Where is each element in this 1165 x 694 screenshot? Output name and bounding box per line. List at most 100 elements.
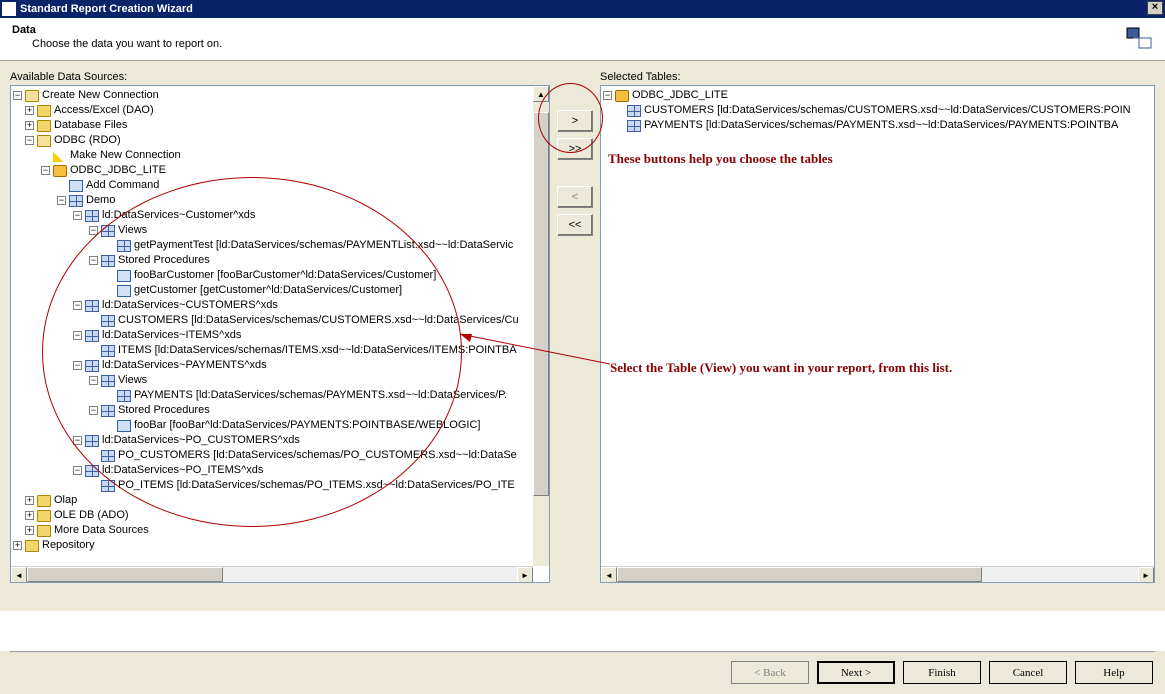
tree-node-customers-table[interactable]: CUSTOMERS [ld:DataServices/schemas/CUSTO…: [11, 313, 549, 328]
help-button[interactable]: Help: [1075, 661, 1153, 684]
wizard-footer: < Back Next > Finish Cancel Help: [0, 651, 1165, 694]
page-title: Data: [12, 24, 1153, 36]
tree-node-new-connection[interactable]: −Create New Connection: [11, 88, 549, 103]
expand-icon[interactable]: +: [25, 121, 34, 130]
expand-icon[interactable]: +: [25, 511, 34, 520]
table-icon: [85, 330, 99, 342]
expand-icon[interactable]: +: [25, 526, 34, 535]
scroll-right-icon[interactable]: ►: [1138, 567, 1154, 583]
table-icon: [85, 360, 99, 372]
collapse-icon[interactable]: −: [73, 436, 82, 445]
tree-node-poitems-table[interactable]: PO_ITEMS [ld:DataServices/schemas/PO_ITE…: [11, 478, 549, 493]
tree-node-odbc-rdo[interactable]: −ODBC (RDO): [11, 133, 549, 148]
selected-tree[interactable]: −ODBC_JDBC_LITE CUSTOMERS [ld:DataServic…: [600, 85, 1155, 583]
expand-icon[interactable]: +: [25, 106, 34, 115]
add-all-button[interactable]: >>: [557, 138, 593, 160]
scroll-thumb[interactable]: [617, 567, 982, 582]
wizard-body: Available Data Sources: −Create New Conn…: [0, 61, 1165, 611]
remove-button[interactable]: <: [557, 186, 593, 208]
cancel-button[interactable]: Cancel: [989, 661, 1067, 684]
scroll-thumb[interactable]: [27, 567, 223, 582]
tree-node-items-table[interactable]: ITEMS [ld:DataServices/schemas/ITEMS.xsd…: [11, 343, 549, 358]
tree-node-more-sources[interactable]: +More Data Sources: [11, 523, 549, 538]
sel-node-payments[interactable]: PAYMENTS [ld:DataServices/schemas/PAYMEN…: [601, 118, 1154, 133]
tree-node-olap[interactable]: +Olap: [11, 493, 549, 508]
collapse-icon[interactable]: −: [57, 196, 66, 205]
collapse-icon[interactable]: −: [41, 166, 50, 175]
footer-separator: [10, 651, 1155, 653]
collapse-icon[interactable]: −: [73, 211, 82, 220]
table-icon: [85, 435, 99, 447]
tree-node-getcustomer[interactable]: getCustomer [getCustomer^ld:DataServices…: [11, 283, 549, 298]
tree-node-ds-customer[interactable]: −ld:DataServices~Customer^xds: [11, 208, 549, 223]
tree-node-ds-pocustomers[interactable]: −ld:DataServices~PO_CUSTOMERS^xds: [11, 433, 549, 448]
scroll-left-icon[interactable]: ◄: [601, 567, 617, 583]
collapse-icon[interactable]: −: [603, 91, 612, 100]
tree-node-db-files[interactable]: +Database Files: [11, 118, 549, 133]
sp-folder-icon: [101, 405, 115, 417]
close-button[interactable]: ×: [1147, 1, 1163, 15]
tree-node-payments-view[interactable]: PAYMENTS [ld:DataServices/schemas/PAYMEN…: [11, 388, 549, 403]
scroll-up-icon[interactable]: ▲: [533, 86, 549, 102]
expand-icon[interactable]: +: [25, 496, 34, 505]
collapse-icon[interactable]: −: [73, 466, 82, 475]
tree-node-oledb[interactable]: +OLE DB (ADO): [11, 508, 549, 523]
collapse-icon[interactable]: −: [73, 331, 82, 340]
tree-node-sp-1[interactable]: −Stored Procedures: [11, 253, 549, 268]
folder-icon: [37, 525, 51, 537]
tree-node-views-2[interactable]: −Views: [11, 373, 549, 388]
view-icon: [117, 240, 131, 252]
tree-node-getpaymenttest[interactable]: getPaymentTest [ld:DataServices/schemas/…: [11, 238, 549, 253]
window-title: Standard Report Creation Wizard: [20, 3, 193, 15]
tree-node-foobarcustomer[interactable]: fooBarCustomer [fooBarCustomer^ld:DataSe…: [11, 268, 549, 283]
collapse-icon[interactable]: −: [89, 406, 98, 415]
expand-icon[interactable]: +: [13, 541, 22, 550]
collapse-icon[interactable]: −: [13, 91, 22, 100]
tree-node-ds-items[interactable]: −ld:DataServices~ITEMS^xds: [11, 328, 549, 343]
views-icon: [101, 225, 115, 237]
tree-node-ds-payments[interactable]: −ld:DataServices~PAYMENTS^xds: [11, 358, 549, 373]
finish-button[interactable]: Finish: [903, 661, 981, 684]
tree-node-odbc-jdbc-lite[interactable]: −ODBC_JDBC_LITE: [11, 163, 549, 178]
tree-node-repository[interactable]: +Repository: [11, 538, 549, 553]
tree-node-sp-2[interactable]: −Stored Procedures: [11, 403, 549, 418]
tree-node-add-command[interactable]: Add Command: [11, 178, 549, 193]
remove-all-button[interactable]: <<: [557, 214, 593, 236]
available-tree[interactable]: −Create New Connection +Access/Excel (DA…: [10, 85, 550, 583]
collapse-icon[interactable]: −: [73, 361, 82, 370]
schema-icon: [69, 195, 83, 207]
sel-node-customers[interactable]: CUSTOMERS [ld:DataServices/schemas/CUSTO…: [601, 103, 1154, 118]
database-icon: [615, 90, 629, 102]
tree-node-ds-customers[interactable]: −ld:DataServices~CUSTOMERS^xds: [11, 298, 549, 313]
table-icon: [85, 465, 99, 477]
collapse-icon[interactable]: −: [89, 256, 98, 265]
scrollbar-vertical[interactable]: ▲: [533, 86, 549, 566]
collapse-icon[interactable]: −: [89, 376, 98, 385]
table-icon: [85, 210, 99, 222]
tree-node-access-excel[interactable]: +Access/Excel (DAO): [11, 103, 549, 118]
scroll-left-icon[interactable]: ◄: [11, 567, 27, 583]
scrollbar-horizontal[interactable]: ◄ ►: [11, 566, 533, 582]
scroll-right-icon[interactable]: ►: [517, 567, 533, 583]
back-button[interactable]: < Back: [731, 661, 809, 684]
view-icon: [101, 345, 115, 357]
tree-node-demo[interactable]: −Demo: [11, 193, 549, 208]
tree-node-views-1[interactable]: −Views: [11, 223, 549, 238]
collapse-icon[interactable]: −: [73, 301, 82, 310]
tree-node-pocustomers-table[interactable]: PO_CUSTOMERS [ld:DataServices/schemas/PO…: [11, 448, 549, 463]
collapse-icon[interactable]: −: [89, 226, 98, 235]
scrollbar-horizontal[interactable]: ◄ ►: [601, 566, 1154, 582]
tree-node-ds-poitems[interactable]: −ld:DataServices~PO_ITEMS^xds: [11, 463, 549, 478]
table-icon: [85, 300, 99, 312]
tree-node-make-new-conn[interactable]: Make New Connection: [11, 148, 549, 163]
scroll-thumb[interactable]: [533, 112, 549, 496]
tree-node-foobar[interactable]: fooBar [fooBar^ld:DataServices/PAYMENTS:…: [11, 418, 549, 433]
titlebar: Standard Report Creation Wizard ×: [0, 0, 1165, 18]
add-button[interactable]: >: [557, 110, 593, 132]
folder-icon: [37, 105, 51, 117]
selected-tables-panel: Selected Tables: −ODBC_JDBC_LITE CUSTOME…: [600, 71, 1155, 601]
view-icon: [117, 390, 131, 402]
collapse-icon[interactable]: −: [25, 136, 34, 145]
sel-node-root[interactable]: −ODBC_JDBC_LITE: [601, 88, 1154, 103]
next-button[interactable]: Next >: [817, 661, 895, 684]
